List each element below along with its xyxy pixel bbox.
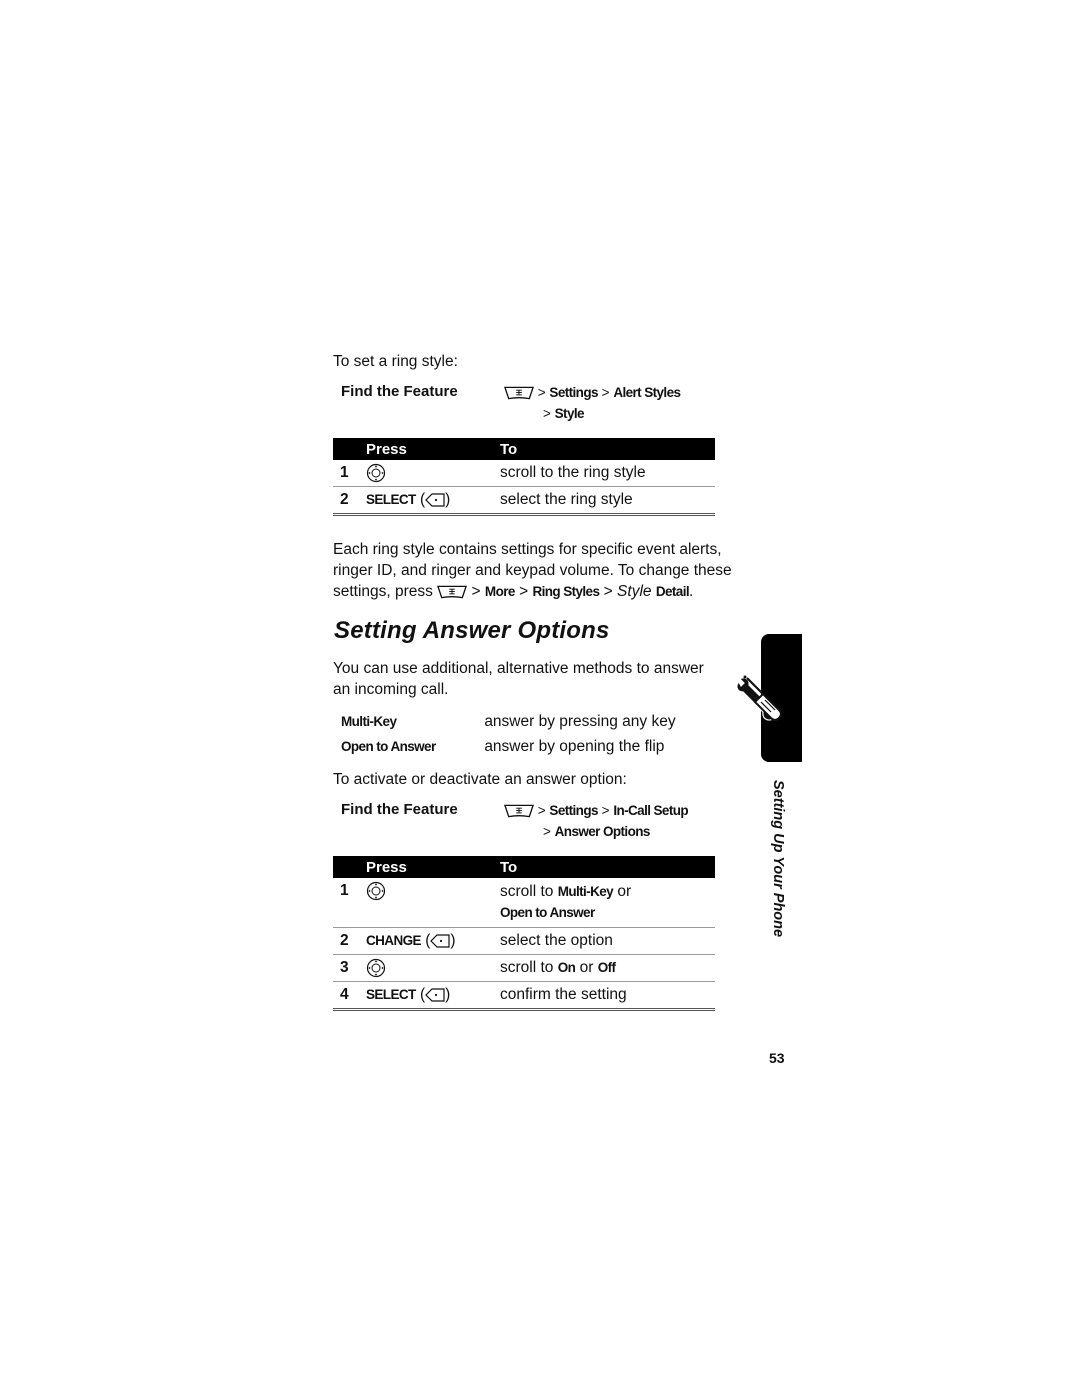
table-row: 4 SELECT () confirm the setting <box>333 981 715 1011</box>
menu-key-icon <box>504 804 534 818</box>
find-feature-label: Find the Feature <box>341 383 458 401</box>
ring-style-steps-table: Press To 1 scroll to the ring style 2 SE… <box>333 438 715 516</box>
section-heading: Setting Answer Options <box>334 617 610 644</box>
header-press: Press <box>366 856 500 878</box>
table-row: 2 CHANGE () select the option <box>333 927 715 955</box>
header-to: To <box>500 438 715 460</box>
menu-key-icon <box>504 386 534 400</box>
nav-key-icon <box>366 958 386 978</box>
path-item-settings: Settings <box>549 385 598 400</box>
nav-key-icon <box>366 463 386 483</box>
page-number: 53 <box>769 1050 785 1066</box>
table-row: 2 SELECT () select the ring style <box>333 486 715 516</box>
change-softkey-icon <box>430 934 450 948</box>
answer-option-item: Multi-Key answer by pressing any key <box>341 713 676 730</box>
header-to: To <box>500 856 715 878</box>
select-softkey-icon <box>425 493 445 507</box>
answer-options-intro: You can use additional, alternative meth… <box>333 660 704 698</box>
find-feature-label-2: Find the Feature <box>341 801 458 818</box>
select-softkey-icon <box>425 988 445 1002</box>
path-item-style: Style <box>554 406 585 421</box>
find-feature-path-2: > Settings > In-Call Setup > Answer Opti… <box>504 802 689 842</box>
answer-option-list: Multi-Key answer by pressing any key Ope… <box>341 711 676 761</box>
find-feature-label-text: Find the Feature <box>341 383 458 400</box>
nav-key-icon <box>366 881 386 901</box>
ring-style-paragraph: Each ring style contains settings for sp… <box>333 541 732 600</box>
wrench-screwdriver-icon <box>736 675 782 721</box>
path-item-settings: Settings <box>549 803 598 818</box>
chapter-tab-label: Setting Up Your Phone <box>770 780 786 938</box>
softkey-label: SELECT <box>366 987 416 1002</box>
softkey-label: SELECT <box>366 492 416 507</box>
table-row: 1 scroll to Multi-Key or Open to Answer <box>333 878 715 928</box>
header-press: Press <box>366 438 500 460</box>
path-item-in-call-setup: In-Call Setup <box>613 803 689 818</box>
activate-intro: To activate or deactivate an answer opti… <box>333 771 627 788</box>
answer-options-steps-table: Press To 1 scroll to Multi-Key or Open t… <box>333 856 715 1011</box>
table-row: 1 scroll to the ring style <box>333 460 715 487</box>
table-row: 3 scroll to On or Off <box>333 954 715 982</box>
path-item-alert-styles: Alert Styles <box>613 385 681 400</box>
path-item-answer-options: Answer Options <box>554 824 651 839</box>
answer-option-item: Open to Answer answer by opening the fli… <box>341 738 665 755</box>
softkey-label: CHANGE <box>366 933 422 948</box>
ring-style-intro: To set a ring style: <box>333 353 458 370</box>
find-feature-path: > Settings > Alert Styles > Style <box>504 384 681 424</box>
menu-key-icon <box>437 585 467 599</box>
